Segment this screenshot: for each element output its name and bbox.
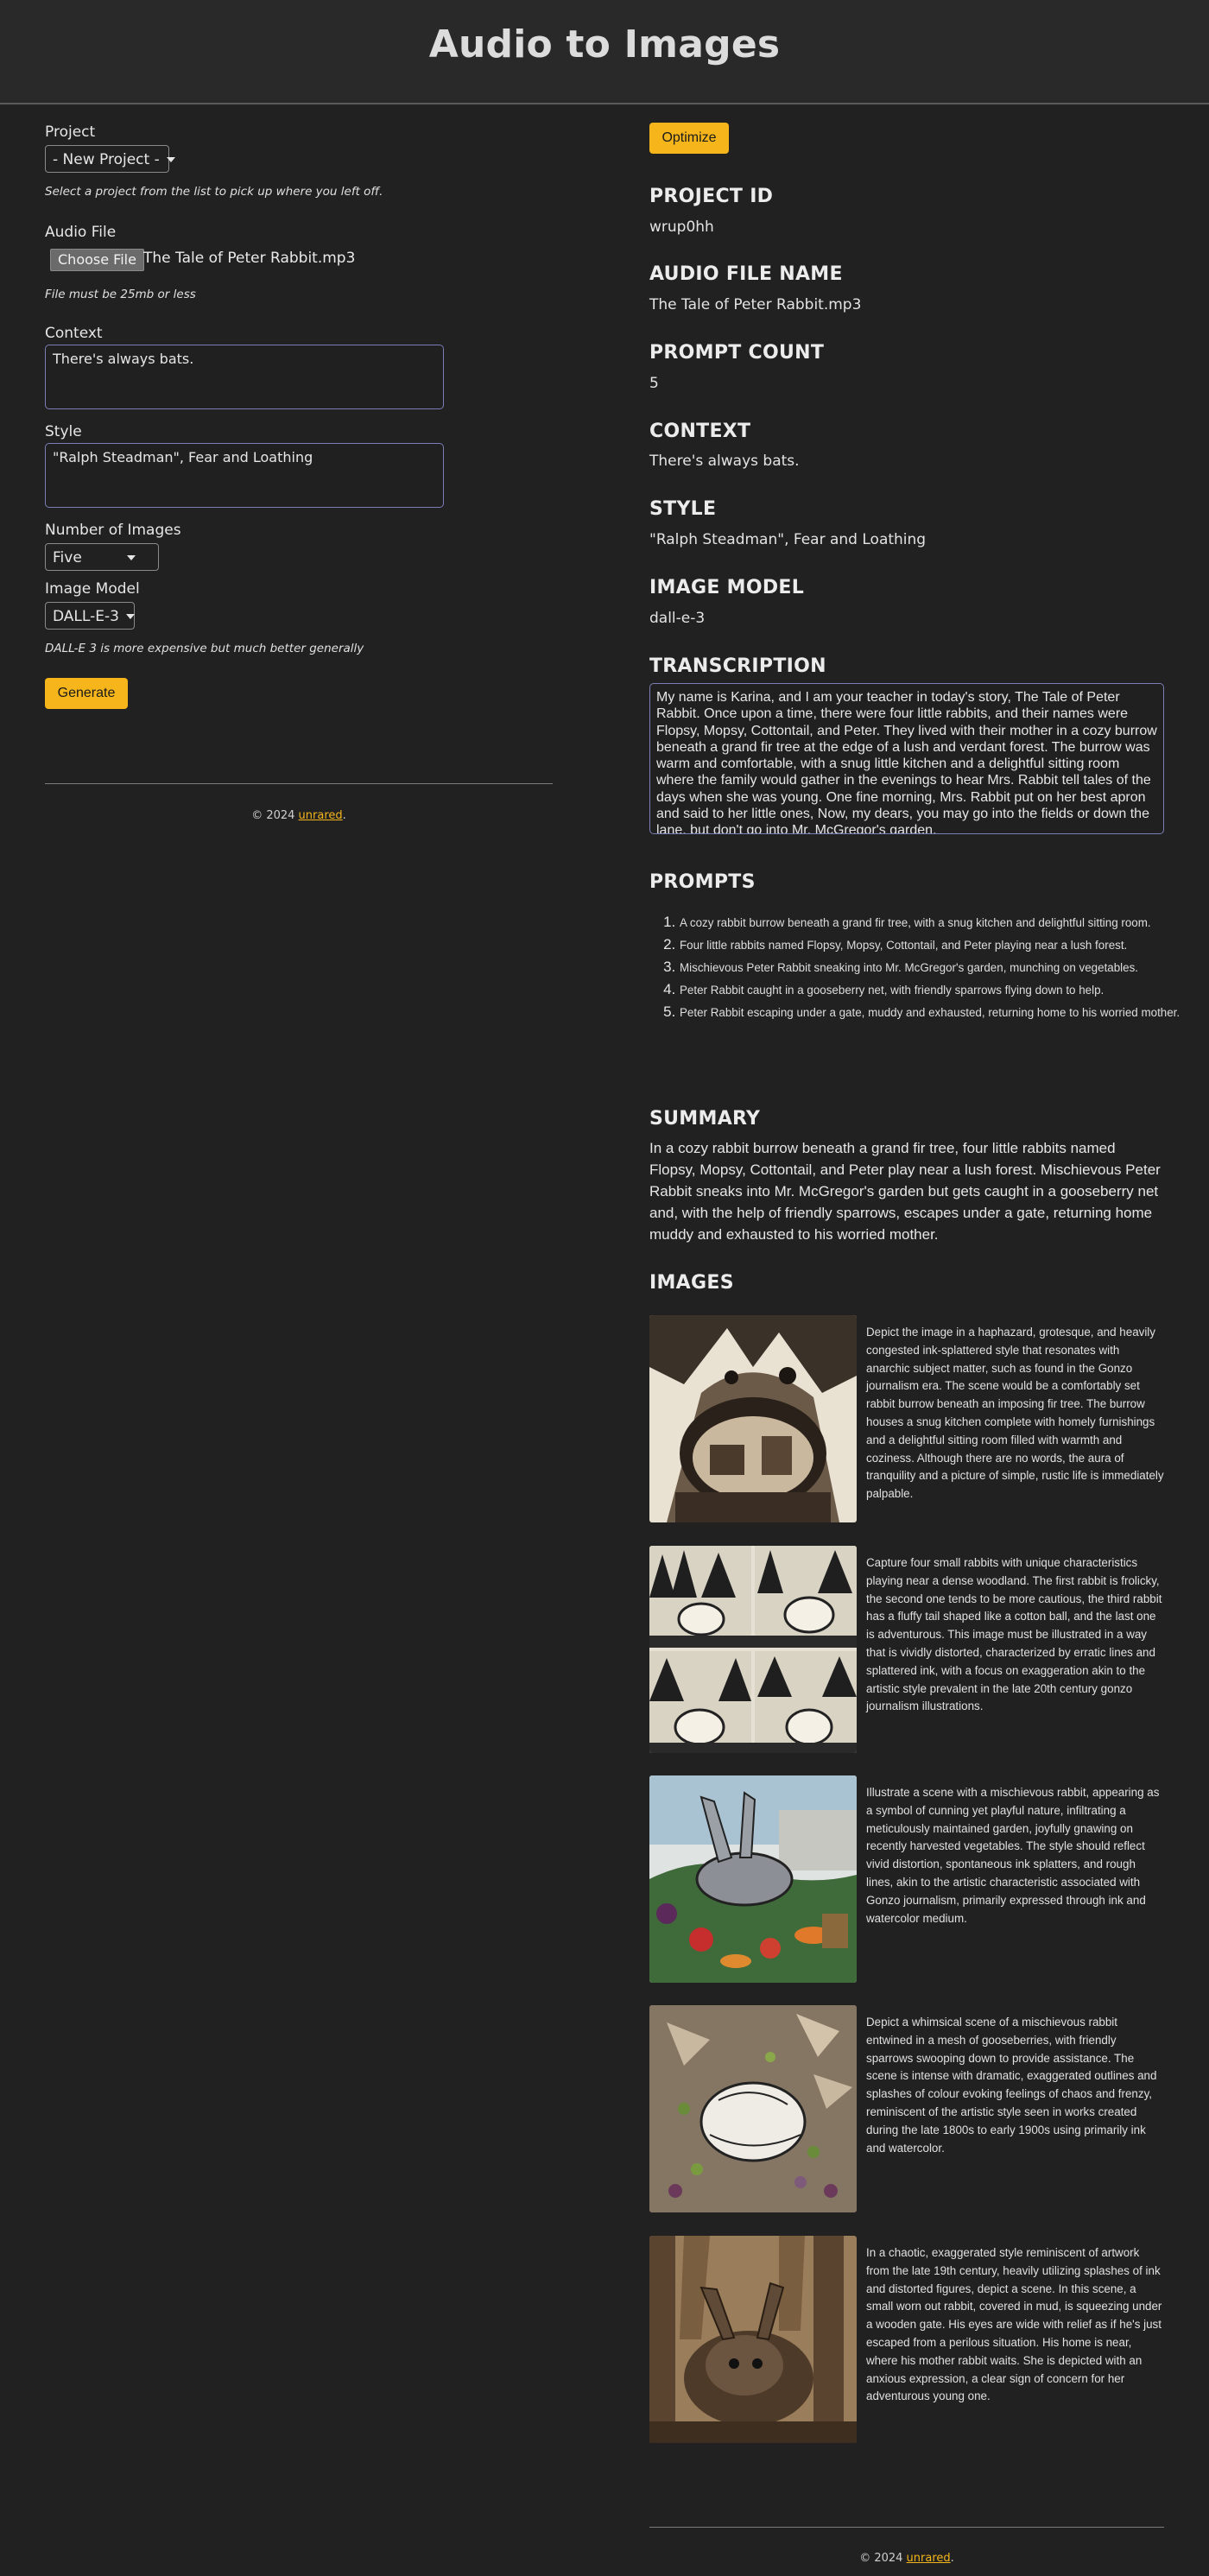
- chevron-down-icon: [126, 555, 136, 560]
- image-result: Depict the image in a haphazard, grotesq…: [649, 1315, 1164, 1522]
- project-select[interactable]: - New Project -: [45, 145, 175, 173]
- choose-file-button[interactable]: Choose File: [50, 249, 144, 271]
- project-id-value: wrup0hh: [649, 218, 714, 236]
- audio-file-label: Audio File: [45, 224, 117, 241]
- audio-file-name-heading: AUDIO FILE NAME: [649, 263, 843, 285]
- prompts-heading: PROMPTS: [649, 871, 756, 893]
- prompt-item: Peter Rabbit caught in a gooseberry net,…: [680, 978, 1194, 1001]
- audio-file-name-value: The Tale of Peter Rabbit.mp3: [649, 296, 862, 313]
- style-label: Style: [45, 423, 82, 440]
- prompt-item: Four little rabbits named Flopsy, Mopsy,…: [680, 934, 1194, 956]
- style-value: "Ralph Steadman", Fear and Loathing: [649, 531, 927, 548]
- prompt-count-heading: PROMPT COUNT: [649, 342, 825, 364]
- footer-period: .: [342, 809, 346, 822]
- left-divider: [45, 783, 553, 784]
- prompt-item: A cozy rabbit burrow beneath a grand fir…: [680, 911, 1194, 934]
- project-id-heading: PROJECT ID: [649, 186, 774, 207]
- transcription-textarea[interactable]: My name is Karina, and I am your teacher…: [649, 683, 1164, 834]
- context-textarea[interactable]: There's always bats.: [45, 345, 444, 409]
- context-label: Context: [45, 325, 103, 342]
- project-hint: Select a project from the list to pick u…: [45, 185, 383, 199]
- muddy-rabbit-illustration[interactable]: [649, 2236, 857, 2443]
- style-heading: STYLE: [649, 498, 717, 520]
- number-of-images-select[interactable]: Five: [45, 543, 159, 571]
- unrared-link[interactable]: unrared: [299, 809, 343, 822]
- image-model-value: DALL-E-3: [53, 608, 119, 625]
- prompt-item: Mischievous Peter Rabbit sneaking into M…: [680, 956, 1194, 978]
- footer-period: .: [950, 2552, 954, 2565]
- burrow-illustration[interactable]: [649, 1315, 857, 1522]
- garden-rabbit-illustration[interactable]: [649, 1775, 857, 1983]
- prompt-item: Peter Rabbit escaping under a gate, mudd…: [680, 1001, 1194, 1023]
- image-model-label: Image Model: [45, 580, 140, 598]
- page-title: Audio to Images: [428, 22, 781, 66]
- number-of-images-value: Five: [53, 549, 82, 566]
- app-header: Audio to Images: [0, 0, 1209, 104]
- image-result: In a chaotic, exaggerated style reminisc…: [649, 2236, 1164, 2443]
- chevron-down-icon: [166, 157, 175, 162]
- image-result: Capture four small rabbits with unique c…: [649, 1546, 1164, 1753]
- gooseberry-net-illustration[interactable]: [649, 2005, 857, 2212]
- image-model-heading: IMAGE MODEL: [649, 577, 805, 598]
- image-description: Depict the image in a haphazard, grotesq…: [866, 1326, 1164, 1501]
- prompt-count-value: 5: [649, 375, 659, 392]
- image-description: Capture four small rabbits with unique c…: [866, 1556, 1162, 1713]
- unrared-link[interactable]: unrared: [907, 2552, 951, 2565]
- image-description: In a chaotic, exaggerated style reminisc…: [866, 2246, 1162, 2403]
- number-of-images-label: Number of Images: [45, 522, 181, 539]
- summary-text: In a cozy rabbit burrow beneath a grand …: [649, 1140, 1161, 1243]
- right-footer: © 2024 unrared.: [649, 2552, 1164, 2565]
- image-description: Depict a whimsical scene of a mischievou…: [866, 2016, 1157, 2155]
- selected-file-name: The Tale of Peter Rabbit.mp3: [143, 250, 356, 267]
- project-select-value: - New Project -: [53, 151, 160, 168]
- prompts-list: A cozy rabbit burrow beneath a grand fir…: [649, 911, 1194, 1023]
- copyright-text: © 2024: [251, 809, 299, 822]
- chevron-down-icon: [125, 614, 135, 619]
- project-label: Project: [45, 123, 96, 141]
- four-rabbits-illustration[interactable]: [649, 1546, 857, 1753]
- image-description: Illustrate a scene with a mischievous ra…: [866, 1786, 1160, 1925]
- context-value: There's always bats.: [649, 453, 800, 470]
- left-footer: © 2024 unrared.: [45, 809, 553, 822]
- copyright-text: © 2024: [859, 2552, 907, 2565]
- context-heading: CONTEXT: [649, 421, 751, 442]
- optimize-button[interactable]: Optimize: [649, 123, 729, 154]
- images-heading: IMAGES: [649, 1272, 734, 1294]
- right-divider: [649, 2527, 1164, 2528]
- image-model-select[interactable]: DALL-E-3: [45, 602, 135, 630]
- file-size-hint: File must be 25mb or less: [45, 288, 196, 301]
- image-result: Illustrate a scene with a mischievous ra…: [649, 1775, 1164, 1983]
- image-model-hint: DALL-E 3 is more expensive but much bett…: [45, 642, 364, 655]
- image-result: Depict a whimsical scene of a mischievou…: [649, 2005, 1164, 2212]
- generate-button[interactable]: Generate: [45, 678, 128, 709]
- transcription-heading: TRANSCRIPTION: [649, 655, 826, 677]
- image-model-value: dall-e-3: [649, 610, 706, 627]
- summary-heading: SUMMARY: [649, 1108, 761, 1130]
- style-textarea[interactable]: "Ralph Steadman", Fear and Loathing: [45, 443, 444, 508]
